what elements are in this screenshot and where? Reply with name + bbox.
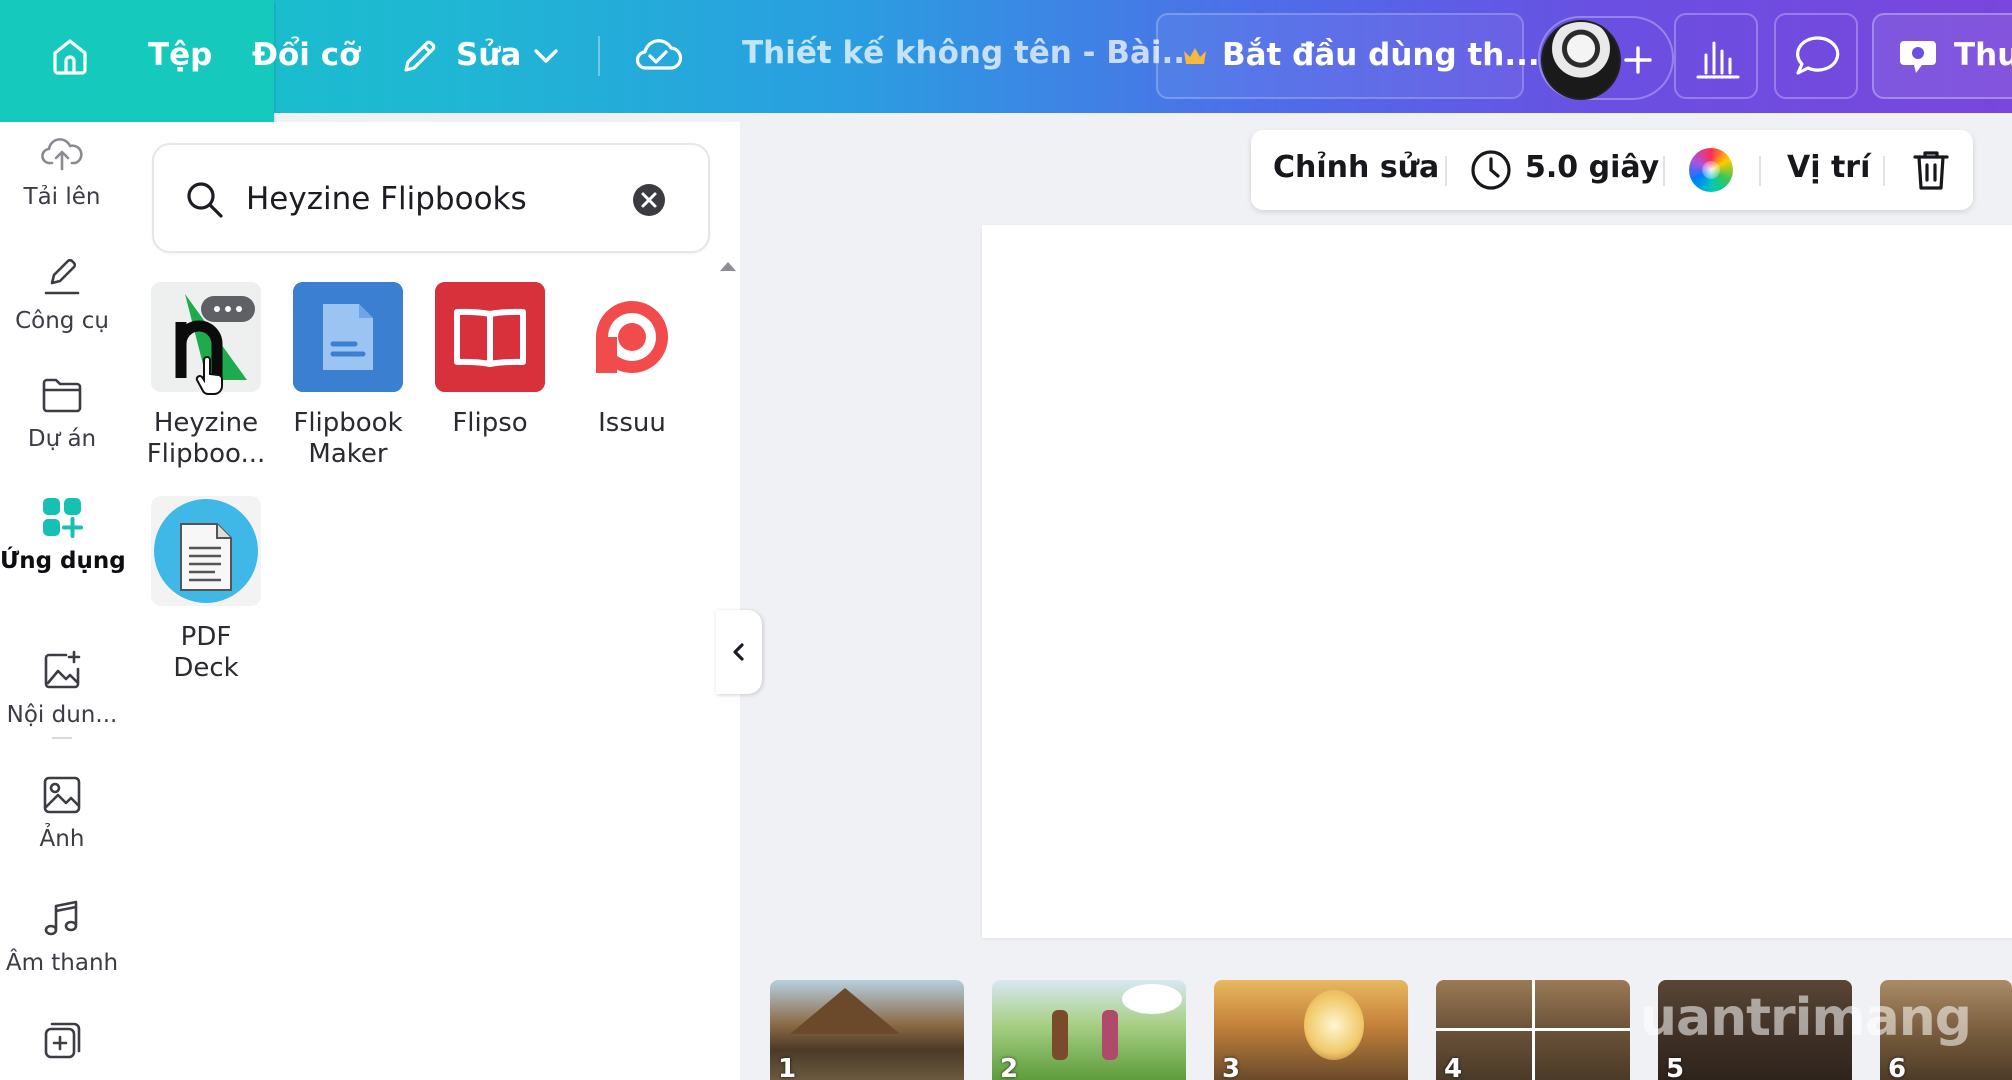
app-name: PDF	[180, 622, 232, 652]
cloud-saved-icon[interactable]	[632, 32, 684, 76]
app-window: Tệp Đổi cỡ Sửa Thiết kế không tên - Bài.…	[0, 0, 2012, 1080]
rail-label: Ảnh	[39, 826, 85, 852]
top-toolbar: Tệp Đổi cỡ Sửa Thiết kế không tên - Bài.…	[0, 0, 2012, 122]
menu-edit[interactable]: Sửa	[456, 35, 521, 75]
scroll-up-arrow[interactable]	[720, 262, 736, 271]
app-issuu[interactable]: Issuu	[572, 282, 692, 439]
issuu-logo	[577, 282, 687, 392]
trash-icon[interactable]	[1911, 148, 1951, 192]
chevron-left-icon	[733, 643, 744, 661]
add-person-icon[interactable]	[1622, 44, 1654, 76]
app-name: Deck	[173, 653, 239, 683]
rail-item-tools[interactable]: Công cụ	[0, 250, 124, 334]
toolbar-divider	[1759, 156, 1761, 186]
rail-label: Dự án	[27, 426, 97, 452]
app-flipbook-maker[interactable]: Flipbook Maker	[288, 282, 408, 470]
rail-label: Âm thanh	[5, 950, 119, 976]
color-picker-icon[interactable]	[1689, 148, 1733, 192]
present-icon	[1896, 35, 1940, 79]
chevron-down-icon[interactable]	[532, 44, 560, 68]
watermark: uantrimang	[1640, 988, 1972, 1048]
search-icon	[184, 179, 226, 221]
document-title[interactable]: Thiết kế không tên - Bài...	[742, 35, 1197, 71]
app-name: Flipso	[452, 408, 528, 438]
duration-button[interactable]: 5.0 giây	[1525, 150, 1659, 185]
rail-label: Công cụ	[15, 308, 109, 334]
toolbar-divider	[1445, 156, 1447, 186]
home-icon[interactable]	[48, 34, 92, 78]
page-number: 2	[1000, 1054, 1019, 1080]
rail-item-more[interactable]	[0, 1014, 124, 1068]
image-icon	[0, 768, 124, 822]
rail-item-magic-content[interactable]: Nội dun...	[0, 644, 124, 728]
app-pdf-deck[interactable]: PDF Deck	[146, 496, 266, 684]
rail-separator	[52, 737, 72, 739]
menu-resize[interactable]: Đổi cỡ	[252, 35, 360, 75]
present-label: Thuy	[1954, 37, 2012, 73]
clear-search-icon[interactable]	[632, 183, 666, 217]
rail-item-uploads[interactable]: Tải lên	[0, 126, 124, 210]
app-name: Flipbook	[293, 408, 403, 438]
context-toolbar: Chỉnh sửa 5.0 giây Vị trí	[1251, 130, 1973, 210]
toolbar-divider	[1663, 156, 1665, 186]
insights-button[interactable]	[1674, 13, 1758, 99]
menu-file[interactable]: Tệp	[148, 35, 212, 75]
start-trial-button[interactable]: Bắt đầu dùng th...	[1156, 13, 1540, 99]
comment-icon	[1796, 36, 1840, 75]
rail-label: Ứng dụng	[0, 548, 126, 574]
app-name: Heyzine	[153, 408, 259, 438]
rail-item-projects[interactable]: Dự án	[0, 368, 124, 452]
toolbar-divider	[1883, 156, 1885, 186]
cloud-upload-icon	[0, 126, 124, 180]
crown-icon	[1182, 45, 1208, 67]
bar-chart-icon	[1696, 41, 1740, 79]
position-button[interactable]: Vị trí	[1787, 150, 1870, 185]
add-layers-icon	[0, 1014, 124, 1068]
search-value: Heyzine Flipbooks	[246, 181, 527, 217]
toolbar-divider	[598, 36, 600, 76]
app-name: Issuu	[598, 408, 666, 438]
page-number: 3	[1222, 1054, 1241, 1080]
app-name: Flipboo...	[146, 439, 266, 469]
page-number: 1	[778, 1054, 797, 1080]
page-number: 5	[1666, 1054, 1685, 1080]
left-rail: Tải lên Công cụ Dự án Ứng dụng Nội dun..…	[0, 122, 126, 1080]
rail-item-audio[interactable]: Âm thanh	[0, 892, 124, 976]
home-area	[0, 0, 274, 122]
search-input[interactable]: Heyzine Flipbooks	[152, 143, 710, 253]
rail-item-photos[interactable]: Ảnh	[0, 768, 124, 852]
hand-cursor-icon	[194, 356, 228, 396]
avatar[interactable]	[1541, 20, 1621, 100]
timer-icon[interactable]	[1469, 148, 1513, 192]
present-button[interactable]: Thuy	[1872, 13, 2012, 99]
magic-image-icon	[0, 644, 124, 698]
app-name: Maker	[308, 439, 388, 469]
page-thumbnail[interactable]: 4	[1436, 980, 1630, 1080]
collapse-panel-button[interactable]	[716, 610, 762, 694]
page-thumbnail[interactable]: 3	[1214, 980, 1408, 1080]
music-icon	[0, 892, 124, 946]
pencil-icon[interactable]	[398, 36, 440, 78]
comments-button[interactable]	[1774, 13, 1858, 99]
edit-button[interactable]: Chỉnh sửa	[1273, 150, 1439, 185]
page-number: 4	[1444, 1054, 1463, 1080]
rail-label: Tải lên	[23, 184, 101, 210]
page-thumbnail[interactable]: 1	[770, 980, 964, 1080]
pdf-deck-logo	[151, 496, 261, 606]
app-flipso[interactable]: Flipso	[430, 282, 550, 439]
page-thumbnail[interactable]: 2	[992, 980, 1186, 1080]
design-page[interactable]	[982, 225, 2012, 938]
folder-icon	[0, 368, 124, 422]
page-number: 6	[1888, 1054, 1907, 1080]
rail-label: Nội dun...	[6, 702, 118, 728]
flipso-logo	[435, 282, 545, 392]
apps-icon	[0, 490, 124, 544]
pen-icon	[0, 250, 124, 304]
flipbook-maker-logo	[293, 282, 403, 392]
start-trial-label: Bắt đầu dùng th...	[1222, 37, 1540, 73]
rail-item-apps[interactable]: Ứng dụng	[0, 490, 126, 574]
